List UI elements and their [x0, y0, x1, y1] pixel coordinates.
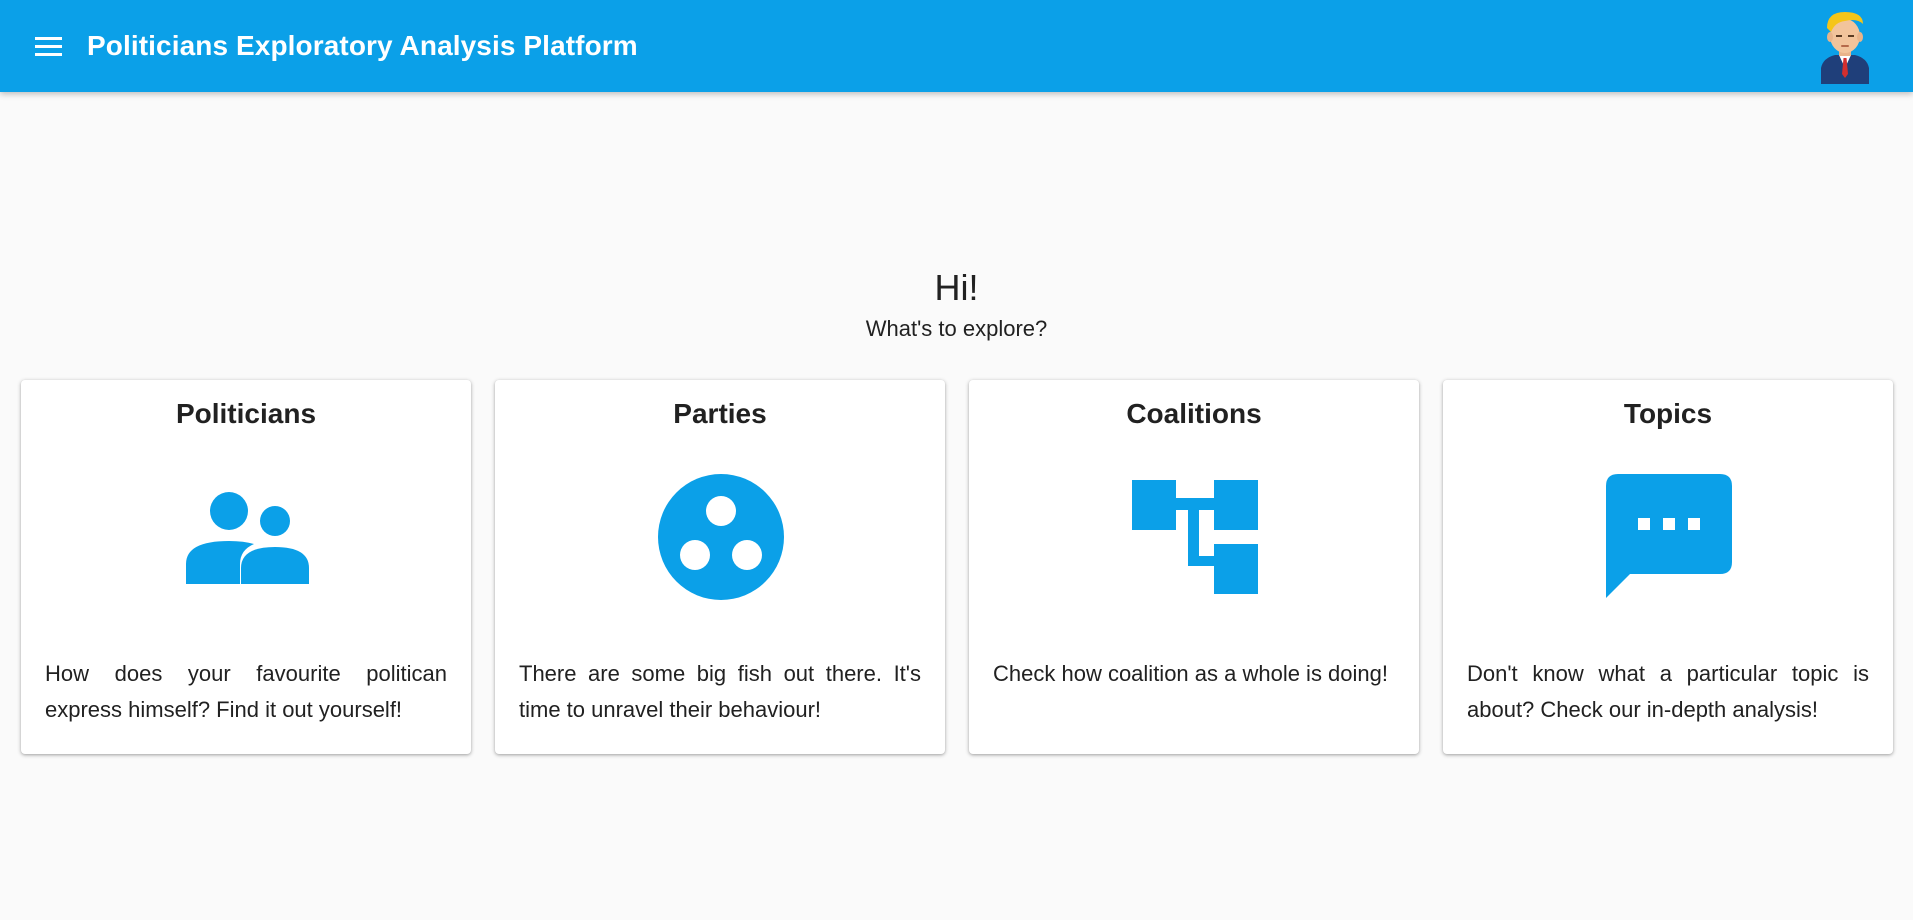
- card-politicians[interactable]: Politicians How does your favourite poli…: [21, 380, 471, 754]
- card-parties[interactable]: Parties There are some big fish out ther…: [495, 380, 945, 754]
- app-title: Politicians Exploratory Analysis Platfor…: [87, 30, 638, 61]
- card-topics[interactable]: Topics Don't know what a particular topi…: [1443, 380, 1893, 754]
- card-title: Coalitions: [1126, 398, 1262, 429]
- account-tree-icon: [1132, 474, 1258, 600]
- people-icon: [184, 474, 310, 600]
- card-title: Topics: [1623, 398, 1713, 429]
- card-description: Check how coalition as a whole is doing!: [993, 661, 1389, 686]
- greeting-subtitle: What's to explore?: [865, 316, 1048, 341]
- politician-avatar-icon[interactable]: [1817, 8, 1873, 84]
- card-coalitions[interactable]: Coalitions Check how coalition as a whol…: [969, 380, 1419, 754]
- card-description: How does your favourite politican expres…: [45, 661, 447, 722]
- explore-cards: Politicians How does your favourite poli…: [21, 380, 1893, 754]
- card-title: Parties: [673, 398, 767, 429]
- group-circle-icon: [658, 474, 784, 600]
- hero-section: Hi! What's to explore?: [0, 262, 1913, 344]
- app-bar: Politicians Exploratory Analysis Platfor…: [0, 0, 1913, 92]
- card-description: Don't know what a particular topic is ab…: [1467, 661, 1869, 722]
- chat-bubble-icon: [1606, 474, 1732, 600]
- menu-icon[interactable]: [35, 31, 65, 61]
- greeting-title: Hi!: [934, 267, 979, 308]
- card-description: There are some big fish out there. It's …: [519, 661, 921, 722]
- card-title: Politicians: [175, 398, 317, 429]
